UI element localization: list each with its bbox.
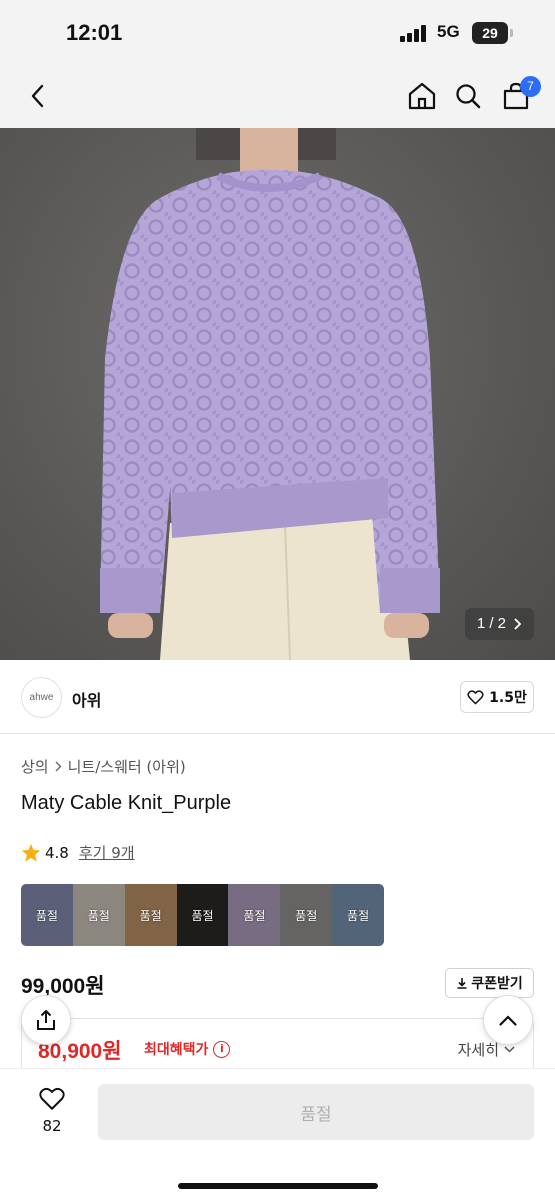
max-benefit: 최대혜택가 i [144, 1039, 231, 1059]
color-option[interactable]: 품절 [332, 884, 384, 946]
brand-like-button[interactable]: 1.5만 [460, 681, 534, 713]
review-link[interactable]: 후기 9개 [79, 842, 135, 863]
wishlist-button[interactable]: 82 [32, 1087, 72, 1135]
search-icon [456, 84, 481, 109]
heart-icon [467, 689, 484, 704]
chevron-up-icon [499, 1014, 517, 1026]
soldout-label: 품절 [347, 908, 370, 923]
sweater-photo [100, 128, 440, 660]
soldout-label: 품절 [139, 908, 162, 923]
breadcrumb-item[interactable]: 상의 [21, 756, 49, 777]
status-time: 12:01 [66, 20, 123, 45]
color-option[interactable]: 품절 [280, 884, 333, 946]
product-image[interactable]: 1 / 2 [0, 128, 555, 660]
color-option[interactable]: 품절 [124, 884, 177, 946]
network-label: 5G [437, 22, 460, 41]
home-icon [408, 82, 436, 110]
chevron-right-icon [514, 618, 522, 630]
rating-value: 4.8 [45, 843, 69, 862]
search-button[interactable] [448, 74, 488, 118]
battery-tip [510, 29, 513, 37]
brand-like-count: 1.5만 [489, 690, 527, 706]
top-navigation: 7 [0, 66, 555, 128]
max-benefit-label: 최대혜택가 [144, 1042, 209, 1058]
bottom-action-bar: 82 품절 [0, 1068, 555, 1200]
detail-label: 자세히 [457, 1041, 499, 1059]
color-option[interactable]: 품절 [21, 884, 73, 946]
back-button[interactable] [18, 74, 58, 118]
coupon-label: 쿠폰받기 [471, 976, 523, 992]
brand-name[interactable]: 아위 [72, 687, 101, 711]
scroll-top-button[interactable] [483, 995, 533, 1045]
brand-row: ahwe 아위 1.5만 [0, 660, 555, 734]
breadcrumb-item[interactable]: 니트/스웨터 (아위) [68, 756, 186, 777]
chevron-down-icon [504, 1046, 515, 1053]
soldout-label: 품절 [35, 908, 58, 923]
share-button[interactable] [21, 995, 71, 1045]
buy-button[interactable]: 품절 [98, 1084, 534, 1140]
heart-icon [39, 1087, 65, 1110]
download-icon [457, 978, 467, 989]
battery-icon: 29 [472, 22, 508, 44]
home-button[interactable] [402, 74, 442, 118]
image-counter[interactable]: 1 / 2 [464, 608, 534, 640]
image-counter-text: 1 / 2 [476, 615, 506, 632]
cart-button[interactable]: 7 [496, 74, 541, 118]
share-icon [37, 1010, 55, 1030]
cart-count-badge: 7 [520, 76, 541, 97]
soldout-label: 품절 [87, 908, 110, 923]
breadcrumb: 상의 니트/스웨터 (아위) [21, 756, 186, 777]
soldout-label: 품절 [191, 908, 214, 923]
wishlist-count: 82 [42, 1117, 62, 1135]
soldout-label: 품절 [243, 908, 266, 923]
color-options: 품절 품절 품절 품절 품절 품절 품절 [21, 884, 384, 946]
soldout-label: 품절 [295, 908, 318, 923]
signal-icon [400, 25, 428, 42]
coupon-button[interactable]: 쿠폰받기 [445, 968, 534, 998]
original-price: 99,000원 [21, 975, 105, 998]
chevron-right-icon [55, 761, 62, 772]
color-option[interactable]: 품절 [72, 884, 125, 946]
star-icon [21, 843, 41, 862]
chevron-left-icon [31, 84, 44, 108]
info-icon[interactable]: i [213, 1040, 231, 1058]
product-title: Maty Cable Knit_Purple [21, 792, 232, 814]
rating-row: 4.8 후기 9개 [21, 842, 135, 863]
brand-logo[interactable]: ahwe [21, 677, 62, 718]
home-indicator [178, 1183, 378, 1189]
status-bar: 12:01 5G 29 [0, 0, 555, 66]
color-option[interactable]: 품절 [228, 884, 281, 946]
color-option[interactable]: 품절 [176, 884, 229, 946]
